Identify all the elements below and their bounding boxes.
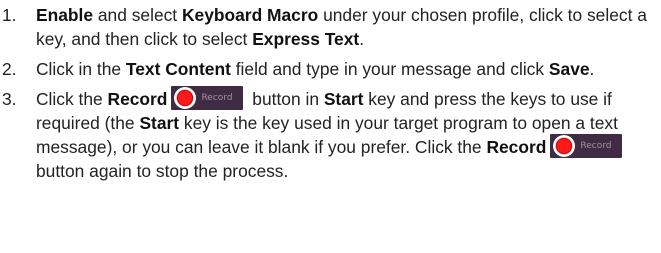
record-dot-icon [174,87,197,110]
record-button-label: Record [201,93,233,104]
bold-term: Record [107,89,168,109]
bold-term: Record [486,137,547,157]
step-text: . [359,29,365,49]
step-number: 2. [2,59,17,79]
bold-term: Keyboard Macro [181,5,319,25]
step-1: 1. Enable and select Keyboard Macro under… [0,3,661,51]
step-text: field and type in your message and click [230,59,549,79]
bold-term: Text Content [125,59,231,79]
record-button-icon: Record [550,134,623,159]
step-text: Click in the [36,59,126,79]
step-text: button in [247,89,324,109]
step-2: 2. Click in the Text Content field and ty… [0,57,661,81]
step-text: . [589,59,595,79]
step-number: 3. [2,89,17,109]
record-dot-icon [553,135,576,158]
step-text: button again to stop the process. [36,161,289,181]
step-text: and select [93,5,182,25]
record-button-icon: Record [171,86,244,111]
bold-term: Enable [36,5,94,25]
instruction-steps: 1. Enable and select Keyboard Macro under… [0,0,661,189]
step-text: Click the [36,89,108,109]
step-number: 1. [2,5,17,25]
bold-term: Start [139,113,180,133]
bold-term: Express Text [252,29,360,49]
step-3: 3. Click the Record Record button in Start… [0,86,661,183]
bold-term: Start [323,89,364,109]
record-button-label: Record [580,141,612,152]
bold-term: Save [548,59,590,79]
